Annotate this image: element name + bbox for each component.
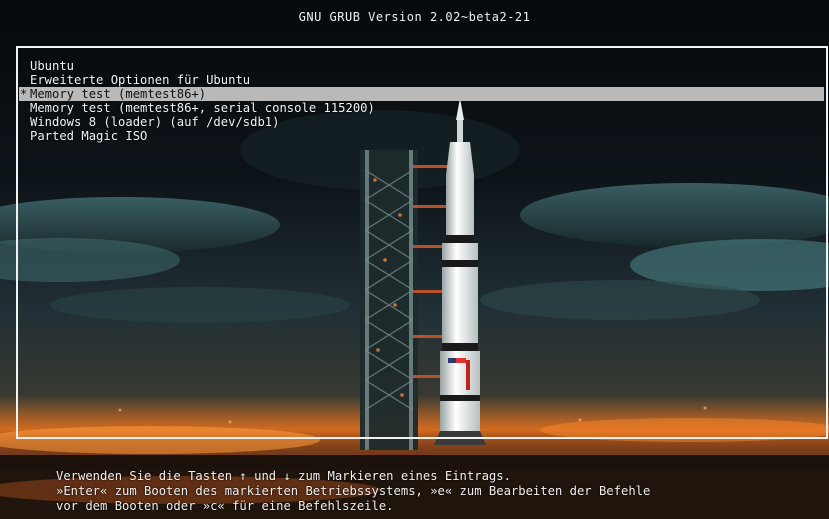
boot-entry-list: Ubuntu Erweiterte Optionen für Ubuntu * … [19,59,826,143]
boot-entry-memtest[interactable]: * Memory test (memtest86+) [19,87,824,101]
help-line-navigation: Verwenden Sie die Tasten ↑ und ↓ zum Mar… [56,469,511,483]
boot-entry-advanced-options[interactable]: Erweiterte Optionen für Ubuntu [22,73,826,87]
boot-entry-label: Ubuntu [30,59,75,73]
boot-entry-label: Memory test (memtest86+) [30,87,207,101]
help-line-boot-edit: »Enter« zum Booten des markierten Betrie… [56,484,651,498]
boot-entry-label: Windows 8 (loader) (auf /dev/sdb1) [30,115,280,129]
boot-entry-memtest-serial[interactable]: Memory test (memtest86+, serial console … [22,101,826,115]
boot-menu: Ubuntu Erweiterte Optionen für Ubuntu * … [16,46,828,439]
help-line-command: vor dem Booten oder »c« für eine Befehls… [56,499,394,513]
boot-entry-label: Erweiterte Optionen für Ubuntu [30,73,251,87]
boot-entry-label: Parted Magic ISO [30,129,148,143]
selection-marker: * [20,87,28,101]
grub-header-title: GNU GRUB Version 2.02~beta2-21 [298,10,531,24]
boot-entry-label: Memory test (memtest86+, serial console … [30,101,375,115]
boot-entry-parted-magic[interactable]: Parted Magic ISO [22,129,826,143]
boot-entry-ubuntu[interactable]: Ubuntu [22,59,826,73]
help-text: Verwenden Sie die Tasten ↑ und ↓ zum Mar… [56,469,826,514]
boot-entry-windows[interactable]: Windows 8 (loader) (auf /dev/sdb1) [22,115,826,129]
